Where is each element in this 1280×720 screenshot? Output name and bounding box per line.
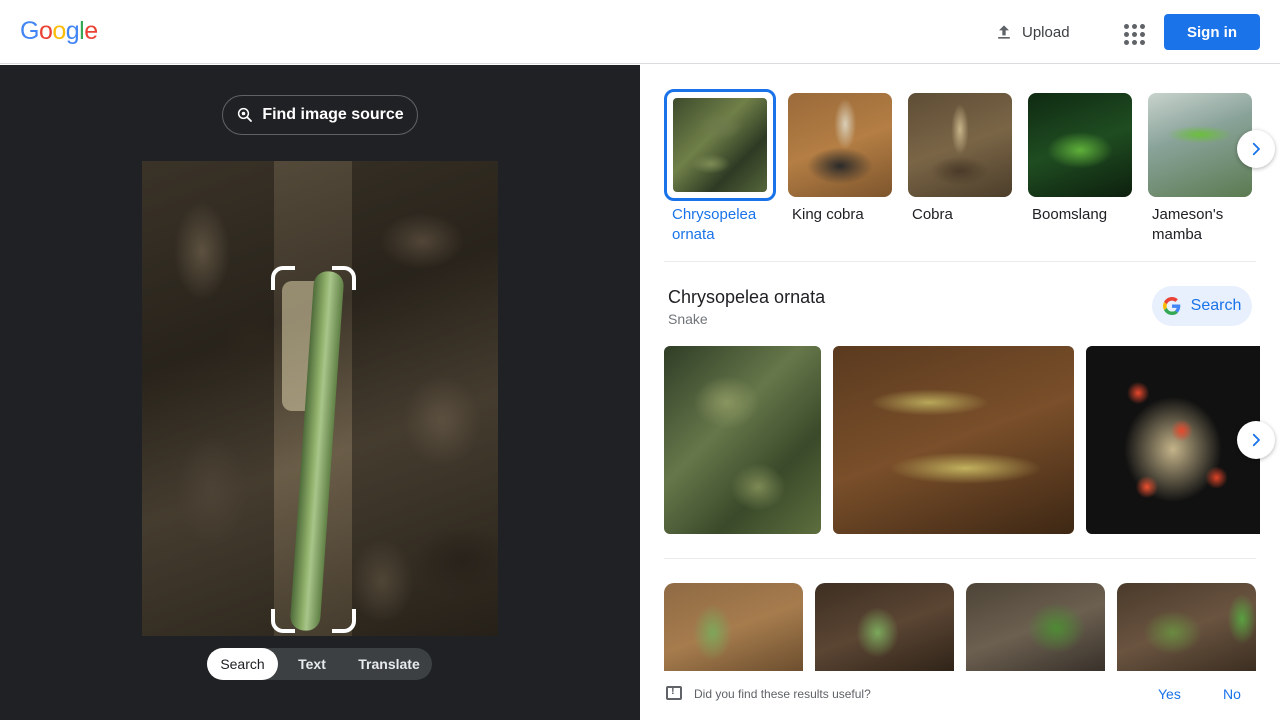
crop-handle-bottom-right[interactable]	[332, 609, 356, 633]
entity-search-button[interactable]: Search	[1152, 286, 1252, 326]
upload-icon	[998, 25, 1010, 39]
logo-letter: o	[52, 17, 66, 45]
logo-letter: g	[65, 17, 80, 45]
upload-label: Upload	[1022, 23, 1070, 41]
feedback-icon	[666, 685, 682, 700]
chevron-right-icon	[1252, 142, 1260, 156]
sign-in-button[interactable]: Sign in	[1164, 14, 1260, 50]
related-label: Chrysopelea ornata	[672, 206, 757, 243]
related-thumb	[788, 93, 892, 197]
logo-letter: o	[38, 17, 53, 45]
divider	[664, 558, 1256, 559]
related-label: Boomslang	[1032, 206, 1108, 223]
entity-search-label: Search	[1190, 297, 1242, 314]
related-thumb	[1028, 93, 1132, 197]
mode-search[interactable]: Search	[207, 648, 278, 680]
related-item-boomslang[interactable]: Boomslang	[1028, 93, 1132, 225]
header: Google Upload Sign in	[0, 0, 1280, 64]
related-thumb	[908, 93, 1012, 197]
find-image-source-button[interactable]: Find image source	[222, 95, 418, 135]
divider	[664, 261, 1256, 262]
results-next-button[interactable]	[1237, 421, 1275, 459]
results-panel: Chrysopelea ornata King cobra Cobra Boom…	[640, 65, 1280, 720]
image-preview-panel: Find image source Search Text Translate	[0, 65, 640, 720]
visual-match-image[interactable]	[664, 583, 803, 673]
logo-letter: e	[84, 17, 98, 45]
crop-handle-bottom-left[interactable]	[271, 609, 295, 633]
related-next-button[interactable]	[1237, 130, 1275, 168]
result-image[interactable]	[664, 346, 821, 534]
feedback-no-button[interactable]: No	[1223, 686, 1241, 702]
mode-switcher: Search Text Translate	[207, 648, 432, 680]
related-label: Jameson's mamba	[1152, 206, 1224, 243]
crop-mask-right	[352, 161, 498, 636]
visual-match-image[interactable]	[815, 583, 954, 673]
visual-match-image[interactable]	[1117, 583, 1256, 673]
google-g-icon	[1162, 297, 1180, 315]
mode-translate[interactable]: Translate	[346, 648, 432, 680]
crop-handle-top-right[interactable]	[332, 266, 356, 290]
logo-letter: G	[20, 17, 39, 45]
related-label: Cobra	[912, 206, 953, 223]
feedback-bar: Did you find these results useful? Yes N…	[640, 671, 1280, 720]
crop-mask-left	[142, 161, 274, 636]
related-item-jamesons-mamba[interactable]: Jameson's mamba	[1148, 93, 1252, 245]
uploaded-image[interactable]	[142, 161, 498, 636]
entity-subtitle: Snake	[668, 311, 708, 327]
result-image[interactable]	[1086, 346, 1260, 534]
find-image-source-label: Find image source	[262, 106, 404, 123]
related-item-cobra[interactable]: Cobra	[908, 93, 1012, 225]
related-item-chrysopelea-ornata[interactable]: Chrysopelea ornata	[664, 89, 776, 245]
upload-button[interactable]: Upload	[984, 14, 1080, 50]
crop-handle-top-left[interactable]	[271, 266, 295, 290]
google-logo[interactable]: Google	[20, 17, 98, 46]
related-label: King cobra	[792, 206, 864, 223]
related-thumb	[664, 89, 776, 201]
lens-search-icon	[238, 107, 253, 122]
mode-text[interactable]: Text	[278, 648, 346, 680]
apps-grid-icon[interactable]	[1116, 16, 1148, 48]
feedback-question: Did you find these results useful?	[694, 687, 871, 701]
chevron-right-icon	[1252, 433, 1260, 447]
related-entities-carousel: Chrysopelea ornata King cobra Cobra Boom…	[664, 89, 1264, 253]
entity-title: Chrysopelea ornata	[668, 287, 826, 307]
related-item-king-cobra[interactable]: King cobra	[788, 93, 892, 225]
result-image[interactable]	[833, 346, 1074, 534]
feedback-yes-button[interactable]: Yes	[1158, 686, 1181, 702]
visual-match-image[interactable]	[966, 583, 1105, 673]
